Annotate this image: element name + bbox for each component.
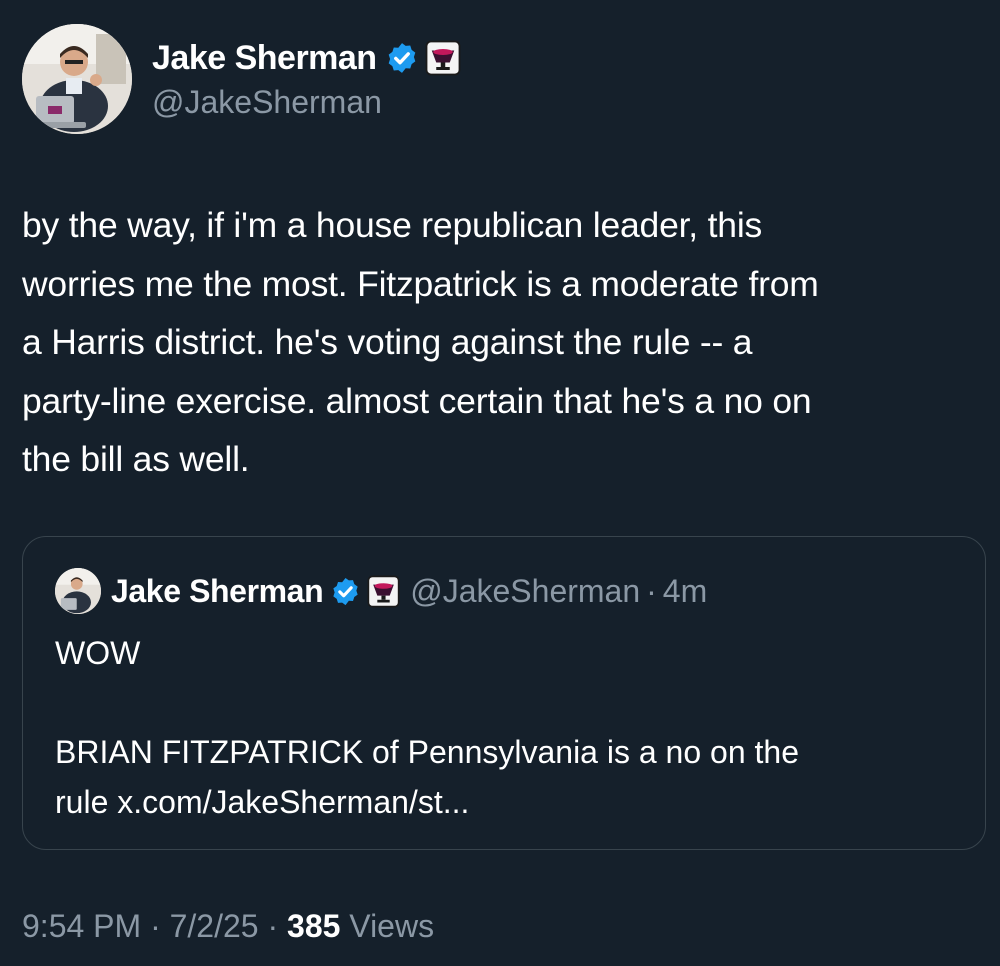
quoted-author-handle: @JakeSherman <box>410 572 641 609</box>
quoted-separator: · <box>646 572 657 609</box>
quoted-verified-badge-icon <box>333 577 358 605</box>
views-count[interactable]: 385 <box>287 908 340 944</box>
author-name[interactable]: Jake Sherman <box>152 39 377 78</box>
tweet-meta: 9:54 PM · 7/2/25 · 385 Views <box>22 908 434 945</box>
quoted-author-name: Jake Sherman <box>111 572 324 609</box>
views-label: Views <box>349 908 435 944</box>
punchbowl-icon[interactable] <box>425 40 461 76</box>
quoted-punchbowl-icon <box>367 575 400 607</box>
verified-badge-icon <box>388 43 415 73</box>
quoted-tweet-text: WOW BRIAN FITZPATRICK of Pennsylvania is… <box>55 635 799 820</box>
quoted-author-avatar <box>55 568 101 614</box>
quoted-avatar-photo <box>55 568 101 614</box>
tweet-time[interactable]: 9:54 PM <box>22 908 141 944</box>
author-avatar[interactable] <box>22 24 132 134</box>
tweet-text: by the way, if i'm a house republican le… <box>22 205 819 479</box>
meta-separator: · <box>150 908 161 944</box>
quoted-tweet-card[interactable]: Jake Sherman @JakeSherman · 4m WOW BRIAN… <box>22 536 986 850</box>
avatar-photo <box>22 24 132 134</box>
author-handle[interactable]: @JakeSherman <box>152 84 382 121</box>
meta-separator: · <box>267 908 279 944</box>
tweet-date[interactable]: 7/2/25 <box>170 908 259 944</box>
author-name-row: Jake Sherman <box>152 36 461 80</box>
quoted-timestamp: 4m <box>662 572 708 609</box>
quoted-tweet-header: Jake Sherman @JakeSherman · 4m <box>55 567 707 615</box>
